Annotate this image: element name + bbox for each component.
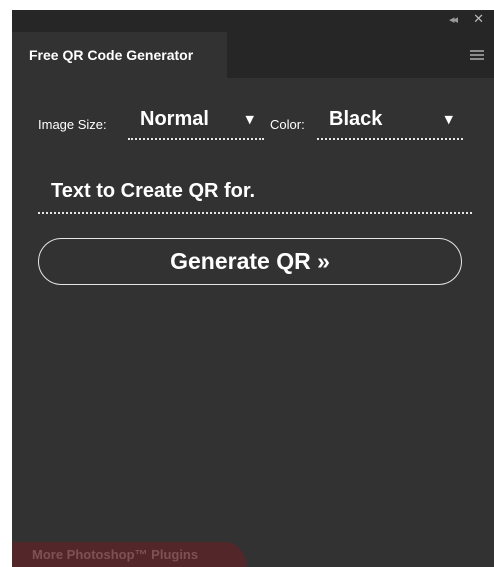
tab-free-qr-code-generator[interactable]: Free QR Code Generator bbox=[12, 32, 227, 78]
image-size-select[interactable]: Normal ▼ bbox=[128, 108, 264, 140]
close-icon[interactable]: ✕ bbox=[473, 12, 484, 27]
more-plugins-label: More Photoshop™ Plugins bbox=[32, 547, 199, 562]
tab-bar: Free QR Code Generator bbox=[12, 32, 494, 78]
panel: ◂◂ ✕ Free QR Code Generator Image Size: … bbox=[12, 10, 494, 567]
image-size-value: Normal bbox=[140, 108, 209, 130]
panel-title-bar: ◂◂ ✕ bbox=[12, 10, 494, 32]
color-value: Black bbox=[329, 108, 383, 130]
tab-label: Free QR Code Generator bbox=[29, 47, 194, 63]
chevron-down-icon: ▼ bbox=[444, 113, 453, 126]
image-size-label: Image Size: bbox=[38, 117, 107, 132]
hamburger-menu-icon[interactable] bbox=[470, 50, 484, 60]
chevron-down-icon: ▼ bbox=[245, 113, 254, 126]
qr-text-input[interactable]: Text to Create QR for. bbox=[38, 172, 472, 214]
generate-qr-button[interactable]: Generate QR » bbox=[38, 238, 462, 285]
more-plugins-link[interactable]: More Photoshop™ Plugins bbox=[12, 542, 247, 567]
collapse-icon[interactable]: ◂◂ bbox=[449, 13, 458, 26]
qr-text-value: Text to Create QR for. bbox=[51, 180, 256, 202]
color-select[interactable]: Black ▼ bbox=[317, 108, 463, 140]
color-label: Color: bbox=[270, 117, 305, 132]
